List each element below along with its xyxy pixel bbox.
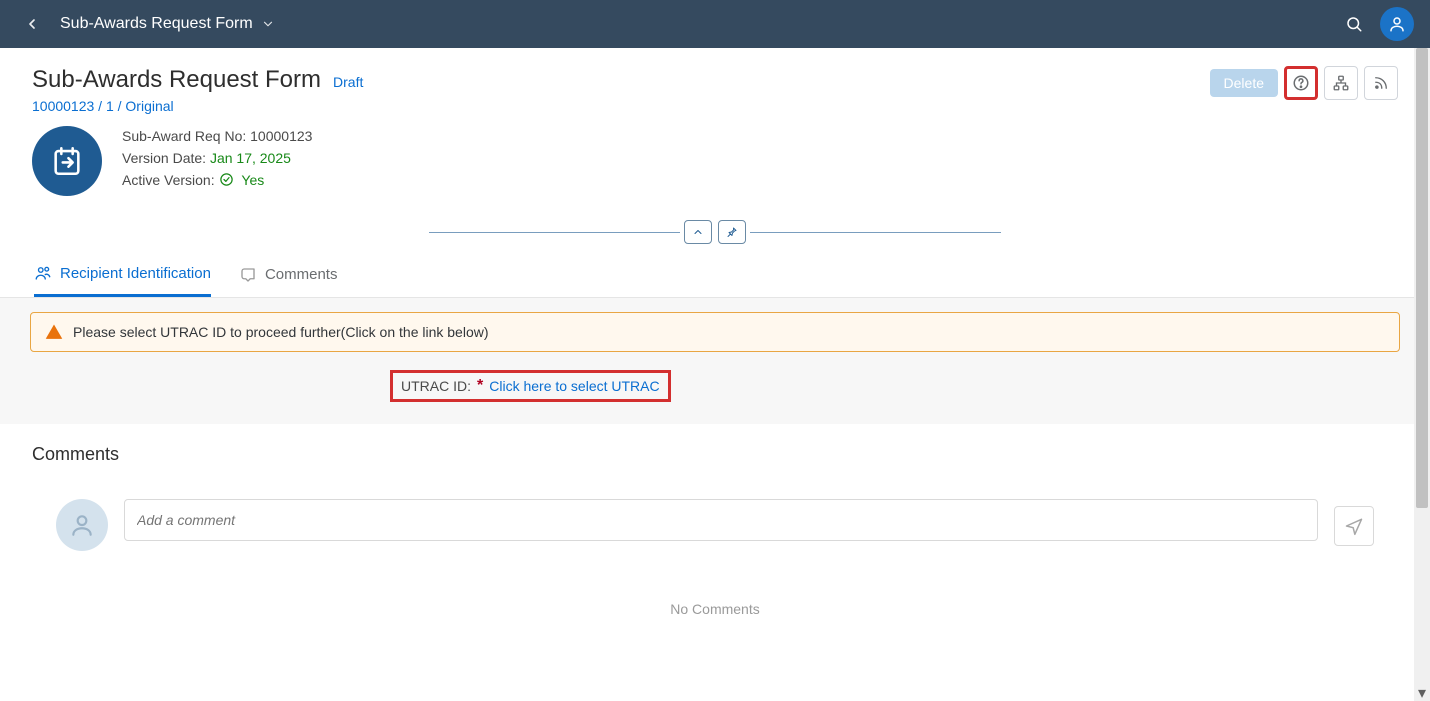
warning-text: Please select UTRAC ID to proceed furthe… [73,324,489,340]
utrac-select-link[interactable]: Click here to select UTRAC [489,378,659,394]
chevron-up-icon [692,226,704,238]
check-circle-icon [219,172,234,187]
chevron-left-icon [24,16,40,32]
page-title: Sub-Awards Request Form [32,66,321,94]
tab-bar: Recipient Identification Comments [0,254,1430,298]
status-chip: Draft [333,74,363,90]
tab-label: Comments [265,266,338,283]
header-divider [0,214,1430,250]
app-header: Sub-Awards Request Form [0,0,1430,48]
version-date-label: Version Date: [122,150,206,166]
hierarchy-icon [1332,74,1350,92]
comments-block: No Comments [0,479,1430,657]
info-row: Sub-Award Req No: 10000123 Version Date:… [0,114,1430,206]
record-type-icon [32,126,102,196]
hierarchy-button[interactable] [1324,66,1358,100]
current-user-avatar [56,499,108,551]
req-no-value: 10000123 [250,128,312,144]
utrac-field-row: UTRAC ID: * Click here to select UTRAC [30,370,1400,402]
utrac-label: UTRAC ID: [401,378,471,394]
delete-button[interactable]: Delete [1210,69,1278,97]
comment-icon [239,266,257,284]
active-version-label: Active Version: [122,172,215,188]
warning-message: Please select UTRAC ID to proceed furthe… [30,312,1400,352]
back-button[interactable] [16,8,48,40]
search-button[interactable] [1336,6,1372,42]
search-icon [1345,15,1363,33]
rss-icon [1372,74,1390,92]
share-button[interactable] [1364,66,1398,100]
tab-content: Please select UTRAC ID to proceed furthe… [0,298,1430,657]
comment-input[interactable] [124,499,1318,541]
app-title: Sub-Awards Request Form [60,15,253,33]
chevron-down-icon [261,17,275,31]
record-id[interactable]: 10000123 / 1 / Original [32,98,363,114]
version-date-line: Version Date: Jan 17, 2025 [122,150,312,166]
user-avatar-button[interactable] [1380,7,1414,41]
page-header: Sub-Awards Request Form Draft 10000123 /… [0,48,1430,114]
tab-label: Recipient Identification [60,265,211,282]
active-version-value: Yes [241,172,264,188]
help-button[interactable] [1284,66,1318,100]
calendar-arrow-icon [50,144,84,178]
scroll-down-arrow[interactable]: ▾ [1414,685,1430,701]
req-no-line: Sub-Award Req No: 10000123 [122,128,312,144]
active-version-line: Active Version: Yes [122,172,312,188]
pin-icon [726,226,738,238]
person-icon [69,512,95,538]
people-icon [34,264,52,282]
tab-recipient-identification[interactable]: Recipient Identification [34,254,211,297]
no-comments-text: No Comments [32,571,1398,617]
collapse-button[interactable] [684,220,712,244]
comment-input-row [32,479,1398,571]
help-icon [1292,74,1310,92]
app-title-dropdown[interactable]: Sub-Awards Request Form [60,15,275,33]
version-date-value: Jan 17, 2025 [210,150,291,166]
person-icon [1388,15,1406,33]
send-icon [1344,516,1364,536]
pin-button[interactable] [718,220,746,244]
warning-icon [45,323,63,341]
utrac-field: UTRAC ID: * Click here to select UTRAC [390,370,671,402]
tab-comments[interactable]: Comments [239,256,338,296]
scrollbar[interactable]: ▴ ▾ [1414,48,1430,701]
required-indicator: * [477,377,483,395]
req-no-label: Sub-Award Req No: [122,128,246,144]
scroll-thumb[interactable] [1416,48,1428,508]
comments-section-title: Comments [0,424,1430,479]
send-comment-button[interactable] [1334,506,1374,546]
